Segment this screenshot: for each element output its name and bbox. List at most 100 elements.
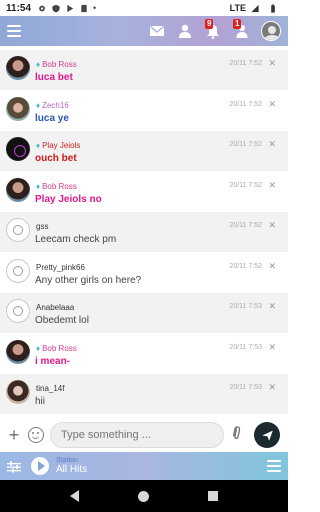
station-name: All Hits: [56, 464, 88, 475]
sender-name[interactable]: Pretty_pink66: [36, 263, 85, 272]
chat-message[interactable]: ♦ Play Jeiols ouch bet 20/11 7:52 ✕: [0, 131, 288, 171]
top-app-bar: 9 1: [0, 16, 288, 46]
diamond-icon: ♦: [36, 60, 41, 69]
radio-player-bar: Station All Hits: [0, 452, 288, 480]
player-menu-icon[interactable]: [267, 460, 281, 472]
sender-name[interactable]: gss: [36, 222, 48, 231]
user-avatar[interactable]: [261, 21, 281, 41]
sd-card-status-icon: [81, 4, 87, 12]
sender-avatar[interactable]: [6, 56, 30, 80]
message-timestamp: 20/11 7:52: [229, 222, 262, 229]
person-icon[interactable]: [177, 23, 193, 39]
chat-message[interactable]: ♦ Bob Ross Play Jeiols no 20/11 7:52 ✕: [0, 172, 288, 212]
sender-name-text: tina_14f: [36, 384, 65, 393]
sender-name[interactable]: ♦ Bob Ross: [36, 182, 77, 191]
default-avatar-icon: [13, 306, 23, 316]
message-text: ouch bet: [35, 153, 77, 164]
sender-name[interactable]: Anabelaaa: [36, 303, 74, 312]
chat-message[interactable]: Pretty_pink66 Any other girls on here? 20/…: [0, 253, 288, 293]
chat-message[interactable]: ♦ Zech16 luca ye 20/11 7:52 ✕: [0, 91, 288, 131]
plus-icon[interactable]: +: [6, 425, 22, 446]
battery-icon: [271, 3, 275, 13]
sender-name-text: Anabelaaa: [36, 303, 75, 312]
close-icon[interactable]: ✕: [268, 99, 276, 110]
play-store-status-icon: [67, 4, 74, 12]
close-icon[interactable]: ✕: [268, 301, 276, 312]
sender-name-text: Pretty_pink66: [36, 262, 85, 272]
message-text: Obedemt lol: [35, 315, 89, 326]
chat-message[interactable]: gss Leecam check pm 20/11 7:52 ✕: [0, 212, 288, 252]
diamond-icon: ♦: [36, 100, 41, 110]
close-icon[interactable]: ✕: [268, 220, 276, 231]
settings-status-icon: [39, 5, 45, 11]
sender-avatar[interactable]: [6, 177, 30, 202]
message-timestamp: 20/11 7:52: [229, 60, 262, 67]
sender-name[interactable]: ♦ Zech16: [36, 101, 69, 110]
default-avatar-icon: [13, 265, 23, 276]
message-text: Play Jeiols no: [35, 193, 102, 205]
close-icon[interactable]: ✕: [268, 58, 276, 69]
status-right-group: LTE: [230, 3, 282, 13]
notifications-badge: 9: [205, 19, 214, 29]
chat-message[interactable]: ♦ Bob Ross luca bet 20/11 7:52 ✕: [0, 50, 288, 90]
close-icon[interactable]: ✕: [268, 261, 276, 272]
message-timestamp: 20/11 7:52: [229, 181, 262, 189]
sender-name[interactable]: tina_14f: [36, 384, 64, 393]
close-icon[interactable]: ✕: [268, 139, 276, 150]
sender-name-text: Bob Ross: [42, 60, 77, 69]
sender-avatar[interactable]: [6, 218, 30, 242]
default-avatar-icon: [13, 225, 23, 235]
chat-message[interactable]: Anabelaaa Obedemt lol 20/11 7:53 ✕: [0, 293, 288, 333]
signal-icon: [251, 4, 259, 12]
message-text: hii: [35, 396, 46, 407]
chat-message-list[interactable]: ♦ Bob Ross luca bet 20/11 7:52 ✕ ♦ Zech16 luca …: [0, 50, 288, 418]
mail-icon[interactable]: [149, 23, 165, 39]
message-text: luca ye: [35, 112, 69, 124]
sender-name-text: gss: [36, 222, 49, 231]
status-bar: 11:54 • LTE: [0, 0, 288, 16]
play-icon[interactable]: [31, 457, 49, 475]
message-timestamp: 20/11 7:53: [229, 384, 262, 391]
paperclip-icon[interactable]: [226, 422, 250, 448]
friend-requests-badge: 1: [233, 19, 242, 29]
sender-avatar[interactable]: [6, 96, 30, 121]
close-icon[interactable]: ✕: [268, 382, 276, 393]
hamburger-icon[interactable]: [7, 25, 21, 37]
diamond-icon: ♦: [36, 181, 41, 191]
equalizer-icon[interactable]: [7, 460, 21, 473]
chat-message[interactable]: ♦ Bob Ross i mean- 20/11 7:53 ✕: [0, 334, 288, 374]
sender-avatar[interactable]: [6, 339, 30, 364]
top-bar-actions: 9 1: [149, 19, 281, 41]
message-text: luca bet: [35, 72, 73, 83]
person-add-icon[interactable]: 1: [233, 19, 249, 39]
sender-name[interactable]: ♦ Bob Ross: [36, 60, 77, 69]
sender-name-text: Zech16: [42, 100, 69, 110]
bell-icon[interactable]: 9: [205, 19, 221, 39]
message-text: Any other girls on here?: [35, 274, 142, 286]
message-text: Leecam check pm: [35, 234, 117, 245]
back-icon[interactable]: [69, 490, 79, 502]
sender-name-text: Bob Ross: [42, 343, 77, 353]
sender-avatar[interactable]: [6, 299, 30, 323]
sender-name-text: Play Jeiols: [42, 141, 81, 150]
smiley-icon[interactable]: [28, 427, 44, 443]
station-label: Station: [56, 457, 78, 464]
recents-icon[interactable]: [208, 491, 219, 501]
sender-name-text: Bob Ross: [42, 181, 77, 191]
shield-status-icon: [52, 4, 60, 13]
send-icon[interactable]: [254, 422, 280, 448]
message-timestamp: 20/11 7:52: [229, 141, 262, 148]
diamond-icon: ♦: [36, 343, 41, 353]
sender-avatar[interactable]: [6, 380, 30, 404]
close-icon[interactable]: ✕: [268, 180, 276, 191]
sender-name[interactable]: ♦ Play Jeiols: [36, 141, 80, 150]
dot-indicator: •: [93, 3, 97, 13]
message-text: i mean-: [35, 355, 71, 367]
message-input[interactable]: [50, 422, 224, 448]
sender-avatar[interactable]: [6, 258, 30, 283]
sender-name[interactable]: ♦ Bob Ross: [36, 344, 77, 353]
sender-avatar[interactable]: [6, 137, 30, 161]
chat-message[interactable]: tina_14fhii 20/11 7:53 ✕: [0, 374, 288, 414]
close-icon[interactable]: ✕: [268, 342, 276, 353]
home-icon[interactable]: [137, 490, 149, 502]
